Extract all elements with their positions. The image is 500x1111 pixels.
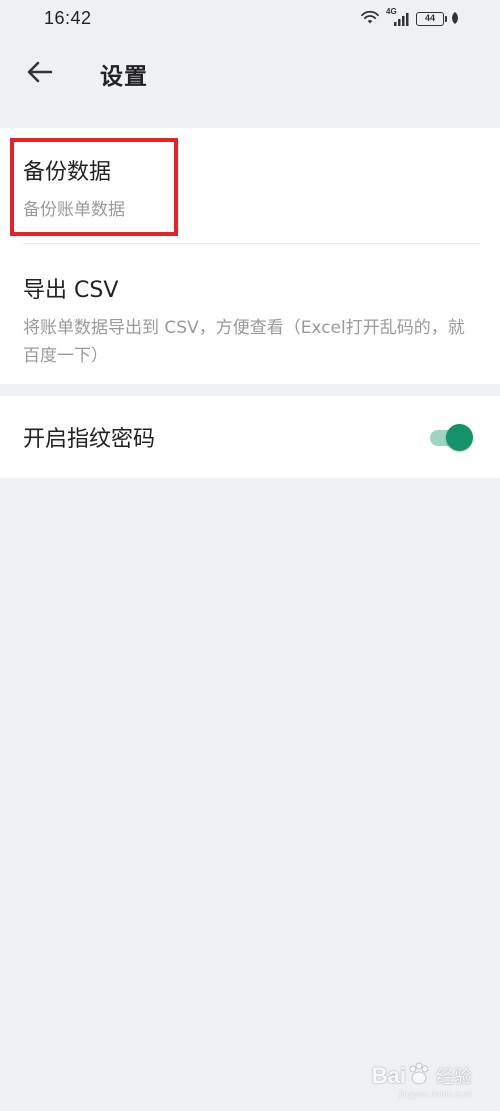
export-title: 导出 CSV [23, 278, 119, 303]
status-bar: 16:42 4G 44 [0, 0, 500, 40]
watermark-url: jingyan.baidu.com [399, 1089, 472, 1099]
battery-level: 44 [424, 13, 435, 23]
backup-subtitle: 备份账单数据 [23, 200, 125, 220]
toggle-knob [446, 424, 473, 451]
setting-fingerprint: 开启指纹密码 [0, 396, 500, 478]
baidu-watermark: Bai 经验 jingyan.baidu.com [371, 1061, 472, 1099]
signal-icon: 4G [386, 7, 410, 27]
setting-backup-data[interactable]: 备份数据 备份账单数据 [0, 128, 500, 244]
fingerprint-label: 开启指纹密码 [23, 427, 156, 452]
app-bar: 设置 [0, 40, 500, 108]
setting-export-csv[interactable]: 导出 CSV 将账单数据导出到 CSV，方便查看（Excel打开乱码的，就百度一… [0, 244, 500, 384]
status-time: 16:42 [44, 8, 92, 28]
backup-title: 备份数据 [23, 160, 112, 185]
back-arrow-icon [27, 61, 53, 87]
watermark-brand: Bai [371, 1063, 406, 1088]
wifi-icon [360, 9, 380, 29]
back-button[interactable] [18, 52, 62, 96]
battery-icon: 44 [416, 12, 447, 26]
watermark-suffix: 经验 [436, 1067, 472, 1088]
settings-group-data: 备份数据 备份账单数据 导出 CSV 将账单数据导出到 CSV，方便查看（Exc… [0, 128, 500, 384]
fingerprint-toggle[interactable] [428, 423, 473, 451]
paw-icon [406, 1061, 432, 1091]
page-title: 设置 [100, 64, 148, 90]
export-subtitle: 将账单数据导出到 CSV，方便查看（Excel打开乱码的，就百度一下） [23, 318, 465, 366]
settings-screen: 16:42 4G 44 设置 备份数据 备份账单数据 导出 CSV 将账单数据导… [0, 0, 500, 1111]
leaf-icon [450, 10, 460, 29]
status-icons: 4G 44 [360, 7, 460, 29]
